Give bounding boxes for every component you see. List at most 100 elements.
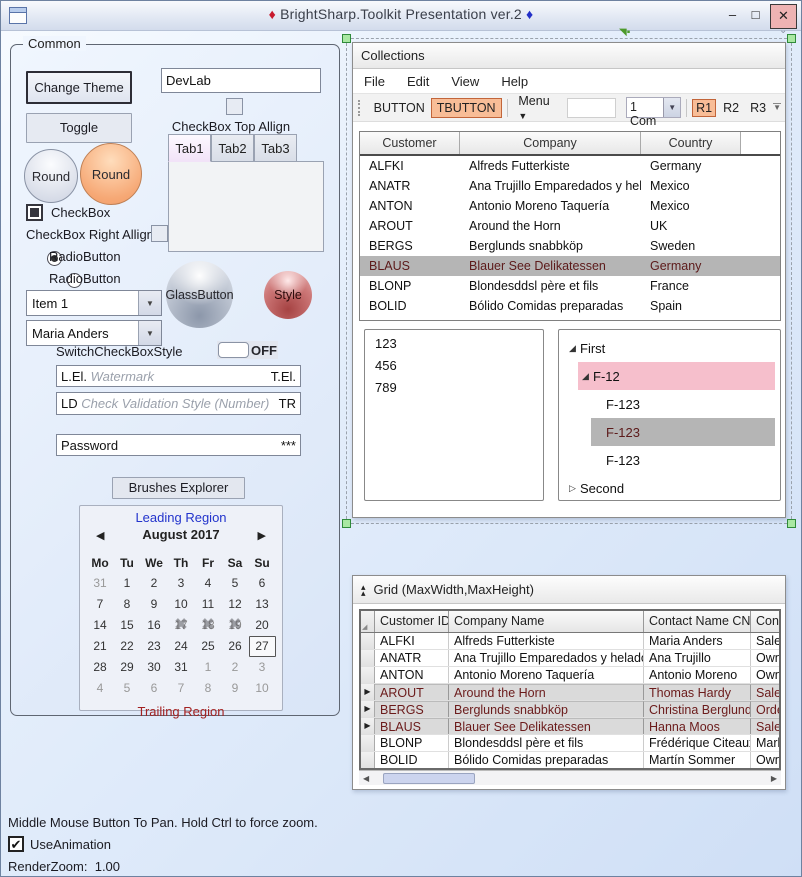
row-header[interactable] <box>361 735 375 751</box>
resize-handle-bottom-left[interactable] <box>342 519 351 528</box>
resize-handle-top-right[interactable] <box>787 34 796 43</box>
horizontal-scrollbar[interactable]: ◀ ▶ <box>359 770 781 785</box>
list-item[interactable]: 456 <box>365 354 543 376</box>
table-row[interactable]: BOLID Bólido Comidas preparadas Martín S… <box>361 752 779 769</box>
collections-title-bar[interactable]: Collections <box>353 43 785 69</box>
devlab-input[interactable]: DevLab <box>161 68 321 93</box>
select-all-corner[interactable]: ◢ <box>361 611 375 632</box>
table-row[interactable]: BLAUS Blauer See Delikatessen Germany <box>360 256 780 276</box>
tree-item[interactable]: ◢ First <box>565 334 775 362</box>
toolbar-overflow-icon[interactable]: ▼ <box>773 103 781 112</box>
calendar-day[interactable]: 12 <box>222 594 249 615</box>
toolbar-textbox[interactable] <box>567 98 616 118</box>
calendar-day[interactable]: 16 <box>141 615 168 636</box>
toolbar-radio[interactable]: R2 <box>719 99 743 117</box>
table-row[interactable]: BLONP Blondesddsl père et fils Frédériqu… <box>361 735 779 752</box>
column-header-contact-name[interactable]: Contact Name CN <box>644 611 751 632</box>
calendar-day[interactable]: 14 <box>87 615 114 636</box>
calendar-day[interactable]: 6 <box>249 573 276 594</box>
toolbar-toggle-button[interactable]: TBUTTON <box>431 98 502 118</box>
calendar-day[interactable]: 30 <box>141 657 168 678</box>
tab[interactable]: Tab3 <box>254 134 297 162</box>
column-header-customer-id[interactable]: Customer ID <box>375 611 449 632</box>
calendar-day[interactable]: 21 <box>87 636 114 657</box>
toolbar-radio[interactable]: R1 <box>692 99 716 117</box>
row-header[interactable] <box>361 667 375 683</box>
row-header[interactable] <box>361 752 375 768</box>
calendar-day[interactable]: 19 <box>222 615 249 636</box>
tab[interactable]: Tab1 <box>168 134 211 162</box>
calendar-prev-icon[interactable]: ◀ <box>96 529 104 542</box>
table-row[interactable]: ALFKI Alfreds Futterkiste Germany <box>360 156 780 176</box>
table-row[interactable]: BERGS Berglunds snabbköp Sweden <box>360 236 780 256</box>
calendar-day[interactable]: 10 <box>168 594 195 615</box>
calendar-day[interactable]: 31 <box>87 573 114 594</box>
calendar-day[interactable]: 1 <box>195 657 222 678</box>
calendar-day[interactable]: 11 <box>195 594 222 615</box>
combo-item1[interactable]: Item 1 ▼ <box>26 290 162 316</box>
switch-knob[interactable] <box>218 342 249 358</box>
table-row[interactable]: ANTON Antonio Moreno Taquería Antonio Mo… <box>361 667 779 684</box>
scroll-right-icon[interactable]: ▶ <box>767 774 781 783</box>
table-row[interactable]: AROUT Around the Horn UK <box>360 216 780 236</box>
validation-input[interactable]: LD Check Validation Style (Number) TR <box>56 392 301 415</box>
calendar-day[interactable]: 28 <box>87 657 114 678</box>
chevron-down-icon[interactable]: ▼ <box>138 291 161 315</box>
checkbox-right-align[interactable] <box>151 225 168 242</box>
round-button-2[interactable]: Round <box>80 143 142 205</box>
calendar-day[interactable]: 27 <box>249 636 276 657</box>
title-bar[interactable]: ♦ BrightSharp.Toolkit Presentation ver.2… <box>1 1 801 31</box>
round-button-1[interactable]: Round <box>24 149 78 203</box>
maximize-button[interactable]: □ <box>744 4 767 27</box>
table-row[interactable]: BLONP Blondesddsl père et fils France <box>360 276 780 296</box>
calendar-day[interactable]: 3 <box>249 657 276 678</box>
calendar-day[interactable]: 29 <box>114 657 141 678</box>
calendar-month-label[interactable]: August 2017 <box>80 527 282 542</box>
toolbar-radio[interactable]: R3 <box>746 99 770 117</box>
calendar-day[interactable]: 22 <box>114 636 141 657</box>
calendar-day[interactable]: 5 <box>222 573 249 594</box>
calendar-day[interactable]: 4 <box>195 573 222 594</box>
row-header[interactable]: ▶ <box>361 684 375 700</box>
watermark-input[interactable]: L.El. Watermark T.El. <box>56 365 301 387</box>
row-header[interactable] <box>361 650 375 666</box>
row-header[interactable]: ▶ <box>361 701 375 717</box>
column-header-contact-title[interactable]: Conta <box>751 611 779 632</box>
list-item[interactable]: 789 <box>365 376 543 398</box>
tree-item[interactable]: ▷ Second <box>565 474 775 502</box>
scrollbar-thumb[interactable] <box>383 773 475 784</box>
checkbox-checked[interactable] <box>26 204 43 221</box>
column-header-customer[interactable]: Customer <box>360 132 460 154</box>
column-header-company[interactable]: Company <box>460 132 641 154</box>
calendar-day[interactable]: 24 <box>168 636 195 657</box>
calendar-day[interactable]: 18 <box>195 615 222 636</box>
column-header-company-name[interactable]: Company Name <box>449 611 644 632</box>
resize-handle-bottom-right[interactable] <box>787 519 796 528</box>
minimize-button[interactable]: – <box>721 4 744 27</box>
calendar-day[interactable]: 1 <box>114 573 141 594</box>
calendar-day[interactable]: 4 <box>87 678 114 699</box>
resize-handle-top-left[interactable] <box>342 34 351 43</box>
menu-item[interactable]: Edit <box>396 71 440 92</box>
calendar-day[interactable]: 2 <box>141 573 168 594</box>
grid-window-title-bar[interactable]: ▴▴ Grid (MaxWidth,MaxHeight) <box>353 576 785 604</box>
calendar-day[interactable]: 31 <box>168 657 195 678</box>
row-header[interactable] <box>361 633 375 649</box>
list-item[interactable]: 123 <box>365 332 543 354</box>
calendar-day[interactable]: 9 <box>141 594 168 615</box>
calendar-next-icon[interactable]: ▶ <box>258 529 266 542</box>
toolbar-combobox[interactable]: 1 Com ▼ <box>626 97 681 118</box>
glass-button[interactable]: GlassButton <box>166 261 233 328</box>
toggle-button[interactable]: Toggle <box>26 113 132 143</box>
table-row[interactable]: ALFKI Alfreds Futterkiste Maria Anders S… <box>361 633 779 650</box>
calendar-day[interactable]: 2 <box>222 657 249 678</box>
menu-item[interactable]: Help <box>490 71 539 92</box>
tree-item[interactable]: F-123 <box>591 446 775 474</box>
calendar-day[interactable]: 8 <box>114 594 141 615</box>
calendar-day[interactable]: 7 <box>168 678 195 699</box>
calendar-day[interactable]: 17 <box>168 615 195 636</box>
combo-maria-anders[interactable]: Maria Anders ▼ <box>26 320 162 346</box>
toolbar-menu-button[interactable]: Menu ▼ <box>512 91 559 125</box>
calendar-day[interactable]: 9 <box>222 678 249 699</box>
calendar-day[interactable]: 20 <box>249 615 276 636</box>
